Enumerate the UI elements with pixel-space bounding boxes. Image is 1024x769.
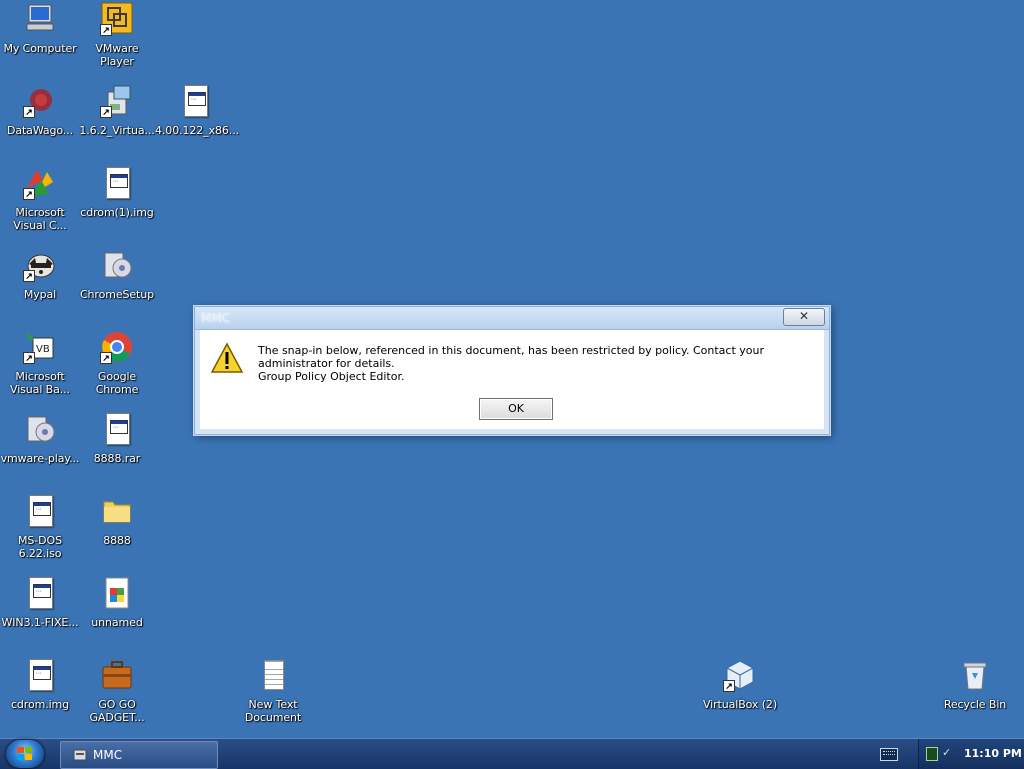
mmc-error-dialog: MMC ✕ The snap-in below, referenced in t…: [194, 306, 830, 435]
visual-c-icon: ↗: [23, 166, 57, 200]
desktop-icon-visual-c[interactable]: ↗ Microsoft Visual C...: [0, 166, 80, 232]
dialog-message: The snap-in below, referenced in this do…: [258, 344, 828, 383]
vmware-setup-icon: [23, 412, 57, 446]
desktop-icon-datawago[interactable]: ↗ DataWago...: [0, 84, 80, 137]
mmc-icon: [73, 749, 87, 761]
recycle-bin-icon: [958, 658, 992, 692]
vmware-player-icon: ↗: [100, 2, 134, 36]
virtualbox-icon: ↗: [723, 658, 757, 692]
mypal-icon: ↗: [23, 248, 57, 282]
icon-label: WIN3.1-FIXE...: [1, 616, 79, 629]
text-document-icon: [256, 658, 290, 692]
svg-text:VB: VB: [36, 344, 50, 355]
desktop-icon-unnamed[interactable]: unnamed: [77, 576, 157, 629]
icon-label: My Computer: [3, 42, 77, 55]
desktop-icon-new-text-document[interactable]: New Text Document: [233, 658, 313, 724]
desktop-icon-vmware-player[interactable]: ↗ VMware Player: [77, 2, 157, 68]
taskbar-item-mmc[interactable]: MMC: [60, 741, 218, 769]
desktop-icon-google-chrome[interactable]: ↗ Google Chrome: [77, 330, 157, 396]
desktop-icon-virtualbox-installer[interactable]: ↗ 1.6.2_Virtua...: [77, 84, 157, 137]
briefcase-icon: [100, 658, 134, 692]
taskbar: MMC ✓ 11:10 PM: [0, 738, 1024, 769]
icon-label: ChromeSetup: [79, 288, 155, 301]
iso-file-icon: [23, 494, 57, 528]
desktop-icon-visual-basic[interactable]: VB ↗ Microsoft Visual Ba...: [0, 330, 80, 396]
network-icon[interactable]: [926, 747, 938, 761]
icon-label: vmware-play...: [0, 452, 80, 465]
icon-label: VirtualBox (2): [702, 698, 778, 711]
keyboard-icon[interactable]: [880, 748, 898, 761]
icon-label: Recycle Bin: [943, 698, 1007, 711]
dialog-title: MMC: [201, 311, 231, 325]
ok-button[interactable]: OK: [479, 398, 553, 420]
image-file-icon: [100, 576, 134, 610]
icon-label: VMware Player: [95, 42, 139, 68]
desktop-icon-recycle-bin[interactable]: Recycle Bin: [935, 658, 1015, 711]
desktop-icon-ms-dos[interactable]: MS-DOS 6.22.iso: [0, 494, 80, 560]
chrome-setup-icon: [100, 248, 134, 282]
desktop-icon-8888-rar[interactable]: 8888.rar: [77, 412, 157, 465]
icon-label: GO GO GADGET...: [89, 698, 145, 724]
message-snapin-name: Group Policy Object Editor.: [258, 370, 405, 383]
warning-icon: [210, 342, 244, 374]
icon-label: cdrom.img: [10, 698, 70, 711]
desktop-icon-cdrom[interactable]: cdrom.img: [0, 658, 80, 711]
desktop-icon-win31[interactable]: WIN3.1-FIXE...: [0, 576, 80, 629]
icon-label: cdrom(1).img: [80, 206, 154, 219]
icon-label: Google Chrome: [95, 370, 139, 396]
virtualbox-installer-icon: ↗: [100, 84, 134, 118]
document-icon: [178, 84, 212, 118]
folder-icon: [100, 494, 134, 528]
message-text: The snap-in below, referenced in this do…: [258, 344, 765, 370]
desktop-icon-vmware-setup[interactable]: vmware-play...: [0, 412, 80, 465]
datawago-icon: ↗: [23, 84, 57, 118]
icon-label: Microsoft Visual C...: [13, 206, 67, 232]
icon-label: MS-DOS 6.22.iso: [18, 534, 62, 560]
desktop-icon-go-go-gadget[interactable]: GO GO GADGET...: [77, 658, 157, 724]
image-file-icon: [100, 166, 134, 200]
icon-label: Mypal: [23, 288, 57, 301]
dialog-titlebar[interactable]: MMC ✕: [195, 307, 829, 330]
desktop-icon-mypal[interactable]: ↗ Mypal: [0, 248, 80, 301]
chrome-icon: ↗: [100, 330, 134, 364]
close-button[interactable]: ✕: [783, 308, 825, 326]
icon-label: DataWago...: [6, 124, 74, 137]
taskbar-item-label: MMC: [93, 748, 123, 762]
visual-basic-icon: VB ↗: [23, 330, 57, 364]
dialog-body: The snap-in below, referenced in this do…: [195, 330, 829, 434]
icon-label: 8888: [103, 534, 131, 547]
clock[interactable]: 11:10 PM: [964, 747, 1022, 760]
action-center-icon[interactable]: ✓: [942, 747, 954, 759]
icon-label: 8888.rar: [93, 452, 141, 465]
windows-logo-icon: [17, 747, 32, 760]
my-computer-icon: [23, 2, 57, 36]
desktop-icon-chromesetup[interactable]: ChromeSetup: [77, 248, 157, 301]
icon-label: 4.00.122_x86...: [155, 124, 239, 137]
start-button[interactable]: [6, 740, 44, 768]
image-file-icon: [23, 658, 57, 692]
icon-label: 1.6.2_Virtua...: [79, 124, 155, 137]
desktop-icon-8888-folder[interactable]: 8888: [77, 494, 157, 547]
desktop-icon-my-computer[interactable]: My Computer: [0, 2, 80, 55]
close-icon: ✕: [798, 309, 810, 323]
icon-label: New Text Document: [244, 698, 302, 724]
icon-label: unnamed: [91, 616, 143, 629]
document-icon: [23, 576, 57, 610]
desktop-icon-cdrom1[interactable]: cdrom(1).img: [77, 166, 157, 219]
archive-file-icon: [100, 412, 134, 446]
desktop-icon-4-00-122[interactable]: 4.00.122_x86...: [155, 84, 239, 137]
desktop-icon-virtualbox[interactable]: ↗ VirtualBox (2): [700, 658, 780, 711]
icon-label: Microsoft Visual Ba...: [10, 370, 70, 396]
